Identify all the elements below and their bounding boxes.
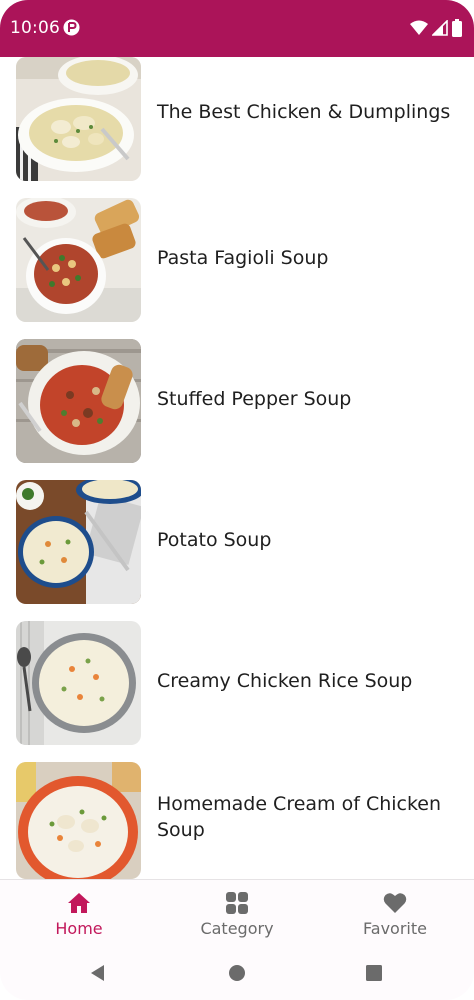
nav-item-favorite[interactable]: Favorite: [316, 880, 474, 947]
recipe-title: Stuffed Pepper Soup: [157, 388, 352, 410]
recipe-list[interactable]: The Best Chicken & Dumplings Pasta Fagio…: [0, 57, 474, 879]
status-bar: 10:06: [0, 0, 474, 57]
signal-icon: [432, 20, 448, 36]
pasta-fagioli-photo: [16, 198, 141, 322]
wifi-icon: [410, 20, 428, 35]
nav-label-favorite: Favorite: [363, 919, 427, 938]
phone-screen: 10:06 The Best Chicken & Dumplings Pasta…: [0, 0, 474, 1000]
recipe-title: Potato Soup: [157, 529, 272, 551]
home-icon: [68, 893, 90, 913]
recipe-title: Homemade Cream of Chicken Soup: [157, 793, 442, 841]
status-time: 10:06: [10, 18, 60, 38]
nav-item-home[interactable]: Home: [0, 880, 158, 947]
recipe-item[interactable]: The Best Chicken & Dumplings: [0, 57, 474, 198]
chicken-dumplings-photo: [16, 57, 141, 181]
system-navigation-bar: [0, 946, 474, 1000]
nav-label-home: Home: [55, 919, 103, 938]
heart-icon: [383, 893, 407, 913]
recipe-title: Creamy Chicken Rice Soup: [157, 670, 413, 692]
recipe-item[interactable]: Stuffed Pepper Soup: [0, 339, 474, 480]
home-circle-icon[interactable]: [227, 963, 247, 983]
recipe-title: Pasta Fagioli Soup: [157, 247, 329, 269]
cream-of-chicken-soup-photo: [16, 762, 141, 879]
recipe-item[interactable]: Pasta Fagioli Soup: [0, 198, 474, 339]
status-icons: [410, 18, 462, 38]
recipe-item[interactable]: Creamy Chicken Rice Soup: [0, 621, 474, 762]
back-icon[interactable]: [88, 963, 108, 983]
battery-icon: [452, 19, 462, 37]
recents-icon[interactable]: [364, 963, 384, 983]
chicken-rice-soup-photo: [16, 621, 141, 745]
nav-item-category[interactable]: Category: [158, 880, 316, 947]
recipe-item[interactable]: Homemade Cream of Chicken Soup: [0, 762, 474, 879]
category-grid-icon: [226, 892, 248, 914]
nav-label-category: Category: [200, 919, 274, 938]
stuffed-pepper-soup-photo: [16, 339, 141, 463]
bottom-navigation: Home Category Favorite: [0, 879, 474, 946]
potato-soup-photo: [16, 480, 141, 604]
recipe-title: The Best Chicken & Dumplings: [157, 101, 451, 123]
app-notification-icon: [63, 19, 80, 36]
recipe-item[interactable]: Potato Soup: [0, 480, 474, 621]
